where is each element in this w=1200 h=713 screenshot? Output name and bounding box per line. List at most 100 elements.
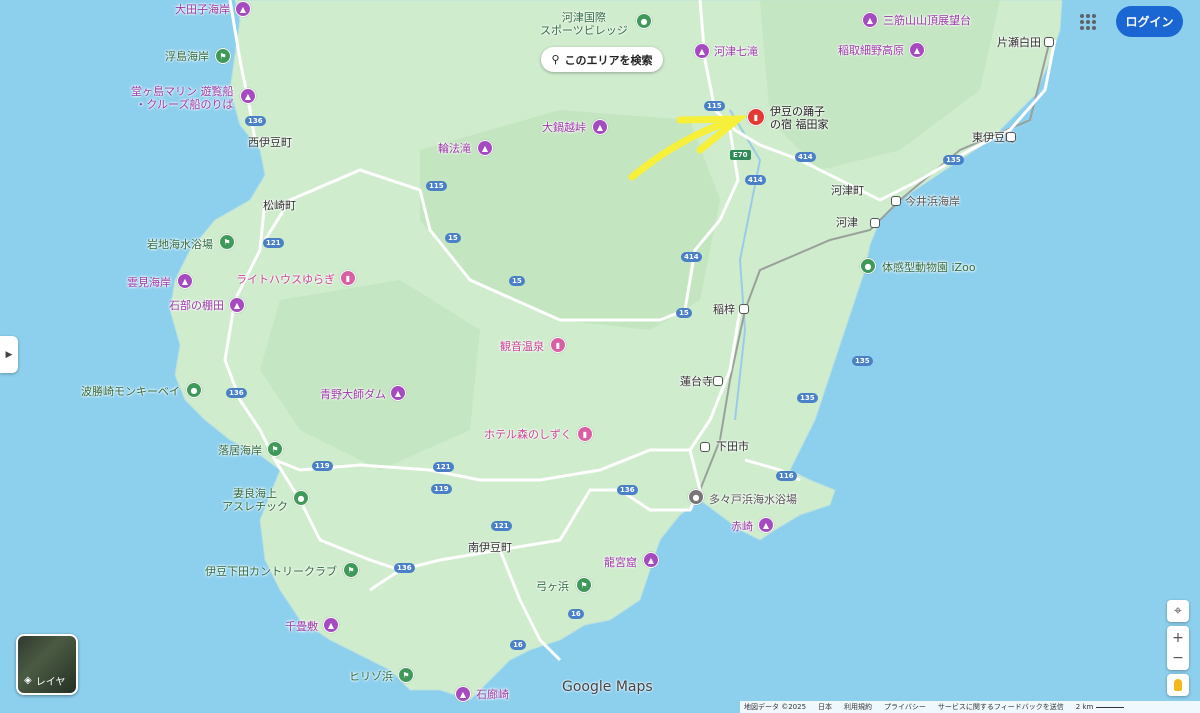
train-station-icon[interactable] bbox=[700, 442, 710, 452]
train-station-icon[interactable] bbox=[739, 304, 749, 314]
poi-label[interactable]: 弓ヶ浜 bbox=[536, 580, 569, 593]
login-button[interactable]: ログイン bbox=[1116, 6, 1183, 37]
poi-label[interactable]: 堂ヶ島マリン 遊覧船 ・クルーズ船のりば bbox=[131, 85, 234, 111]
road-shield: 15 bbox=[509, 276, 525, 286]
zoo-icon[interactable]: ● bbox=[860, 258, 876, 274]
terms-link[interactable]: 利用規約 bbox=[844, 701, 872, 713]
landmark-icon[interactable]: ▲ bbox=[390, 385, 406, 401]
country-link[interactable]: 日本 bbox=[818, 701, 832, 713]
road-shield: 121 bbox=[263, 238, 284, 248]
apps-grid-icon[interactable] bbox=[1077, 11, 1099, 33]
park-icon[interactable]: ● bbox=[293, 490, 309, 506]
poi-label[interactable]: 波勝崎モンキーベイ bbox=[81, 385, 180, 398]
locate-icon: ⌖ bbox=[1174, 603, 1182, 619]
landmark-icon[interactable]: ▲ bbox=[477, 140, 493, 156]
road-shield: E70 bbox=[730, 150, 751, 160]
sports-icon[interactable]: ● bbox=[636, 13, 652, 29]
zoom-in-button[interactable]: + bbox=[1172, 628, 1184, 648]
train-station-icon[interactable] bbox=[713, 376, 723, 386]
poi-label[interactable]: 落居海岸 bbox=[218, 444, 262, 457]
park-icon[interactable]: ● bbox=[186, 382, 202, 398]
poi-label[interactable]: 三筋山山頂展望台 bbox=[883, 14, 971, 27]
poi-label[interactable]: 輪法滝 bbox=[438, 142, 471, 155]
golf-icon[interactable]: ⚑ bbox=[343, 562, 359, 578]
hotel-icon[interactable]: ▮ bbox=[340, 270, 356, 286]
landmark-icon[interactable]: ▲ bbox=[694, 43, 710, 59]
poi-label[interactable]: 青野大師ダム bbox=[320, 388, 386, 401]
station-label: 稲梓 bbox=[713, 303, 735, 316]
my-location-button[interactable]: ⌖ bbox=[1167, 600, 1189, 622]
road-shield: 135 bbox=[852, 356, 873, 366]
layers-button[interactable]: ◈ レイヤ bbox=[16, 634, 78, 695]
road-shield: 135 bbox=[797, 393, 818, 403]
landmark-icon[interactable]: ▲ bbox=[909, 42, 925, 58]
landmark-icon[interactable]: ▲ bbox=[862, 12, 878, 28]
feedback-link[interactable]: サービスに関するフィードバックを送信 bbox=[938, 701, 1064, 713]
landmark-icon[interactable]: ▲ bbox=[758, 517, 774, 533]
landmark-icon[interactable]: ▲ bbox=[177, 273, 193, 289]
pegman-button[interactable] bbox=[1167, 674, 1189, 696]
landmark-icon[interactable]: ▲ bbox=[592, 119, 608, 135]
map-data-attribution: 地図データ ©2025 bbox=[744, 703, 807, 711]
train-station-icon[interactable] bbox=[891, 196, 901, 206]
poi-label[interactable]: 妻良海上 アスレチック bbox=[222, 487, 288, 513]
poi-label[interactable]: 稲取細野高原 bbox=[838, 44, 904, 57]
beach-marker[interactable]: ● bbox=[688, 489, 704, 505]
landmark-icon[interactable]: ▲ bbox=[455, 686, 471, 702]
landmark-icon[interactable]: ▲ bbox=[323, 617, 339, 633]
privacy-link[interactable]: プライバシー bbox=[884, 701, 926, 713]
train-station-icon[interactable] bbox=[870, 218, 880, 228]
road-shield: 414 bbox=[795, 152, 816, 162]
hotel-icon[interactable]: ▮ bbox=[550, 337, 566, 353]
poi-label[interactable]: 今井浜海岸 bbox=[905, 195, 960, 208]
station-label: 蓮台寺 bbox=[680, 375, 713, 388]
hotel-icon[interactable]: ▮ bbox=[577, 426, 593, 442]
poi-label[interactable]: 雲見海岸 bbox=[127, 276, 171, 289]
poi-label[interactable]: 多々戸浜海水浴場 bbox=[709, 493, 797, 506]
scale-indicator[interactable]: 2 km bbox=[1076, 701, 1125, 713]
poi-label[interactable]: 岩地海水浴場 bbox=[147, 238, 213, 251]
poi-label[interactable]: 大田子海岸 bbox=[175, 3, 230, 16]
beach-icon[interactable]: ⚑ bbox=[398, 667, 414, 683]
train-station-icon[interactable] bbox=[1006, 132, 1016, 142]
road-shield: 414 bbox=[745, 175, 766, 185]
chevron-right-icon: ▶ bbox=[5, 349, 13, 360]
poi-label[interactable]: ライトハウスゆらぎ bbox=[236, 273, 335, 286]
road-shield: 121 bbox=[491, 521, 512, 531]
landmark-icon[interactable]: ▲ bbox=[235, 1, 251, 17]
poi-label[interactable]: ホテル森のしずく bbox=[484, 428, 572, 441]
poi-label[interactable]: 赤崎 bbox=[731, 520, 753, 533]
landmark-icon[interactable]: ▲ bbox=[229, 297, 245, 313]
station-label: 片瀬白田 bbox=[997, 36, 1041, 49]
search-this-area-button[interactable]: ⚲ このエリアを検索 bbox=[541, 47, 663, 72]
beach-icon[interactable]: ⚑ bbox=[576, 577, 592, 593]
beach-icon[interactable]: ⚑ bbox=[215, 48, 231, 64]
poi-label[interactable]: 石廊崎 bbox=[476, 688, 509, 701]
town-label: 西伊豆町 bbox=[248, 136, 292, 149]
road-shield: 115 bbox=[426, 181, 447, 191]
poi-label[interactable]: ヒリゾ浜 bbox=[349, 670, 393, 683]
poi-label[interactable]: 千畳敷 bbox=[285, 620, 318, 633]
poi-label[interactable]: 石部の棚田 bbox=[169, 299, 224, 312]
poi-label[interactable]: 伊豆下田カントリークラブ bbox=[205, 565, 337, 578]
poi-label[interactable]: 体感型動物園 iZoo bbox=[882, 261, 976, 274]
poi-label[interactable]: 河津国際 スポーツビレッジ bbox=[540, 11, 628, 37]
poi-label[interactable]: 龍宮窟 bbox=[604, 556, 637, 569]
poi-label[interactable]: 大鍋越峠 bbox=[542, 121, 586, 134]
landmark-icon[interactable]: ▲ bbox=[643, 552, 659, 568]
beach-icon[interactable]: ⚑ bbox=[267, 441, 283, 457]
train-station-icon[interactable] bbox=[1044, 37, 1054, 47]
poi-label[interactable]: 観音温泉 bbox=[500, 340, 544, 353]
landmark-icon[interactable]: ▲ bbox=[240, 88, 256, 104]
town-label: 下田市 bbox=[716, 440, 749, 453]
zoom-out-button[interactable]: − bbox=[1172, 648, 1184, 668]
expand-side-panel-button[interactable]: ▶ bbox=[0, 336, 18, 373]
poi-label[interactable]: 浮島海岸 bbox=[165, 50, 209, 63]
beach-icon[interactable]: ⚑ bbox=[219, 234, 235, 250]
highlighted-place-label[interactable]: 伊豆の踊子 の宿 福田家 bbox=[770, 105, 829, 131]
layers-label: レイヤ bbox=[35, 677, 66, 688]
hotel-marker[interactable]: ▮ bbox=[747, 108, 765, 126]
search-this-area-label: このエリアを検索 bbox=[564, 53, 653, 67]
road-shield: 414 bbox=[681, 252, 702, 262]
poi-label[interactable]: 河津七滝 bbox=[714, 45, 758, 58]
